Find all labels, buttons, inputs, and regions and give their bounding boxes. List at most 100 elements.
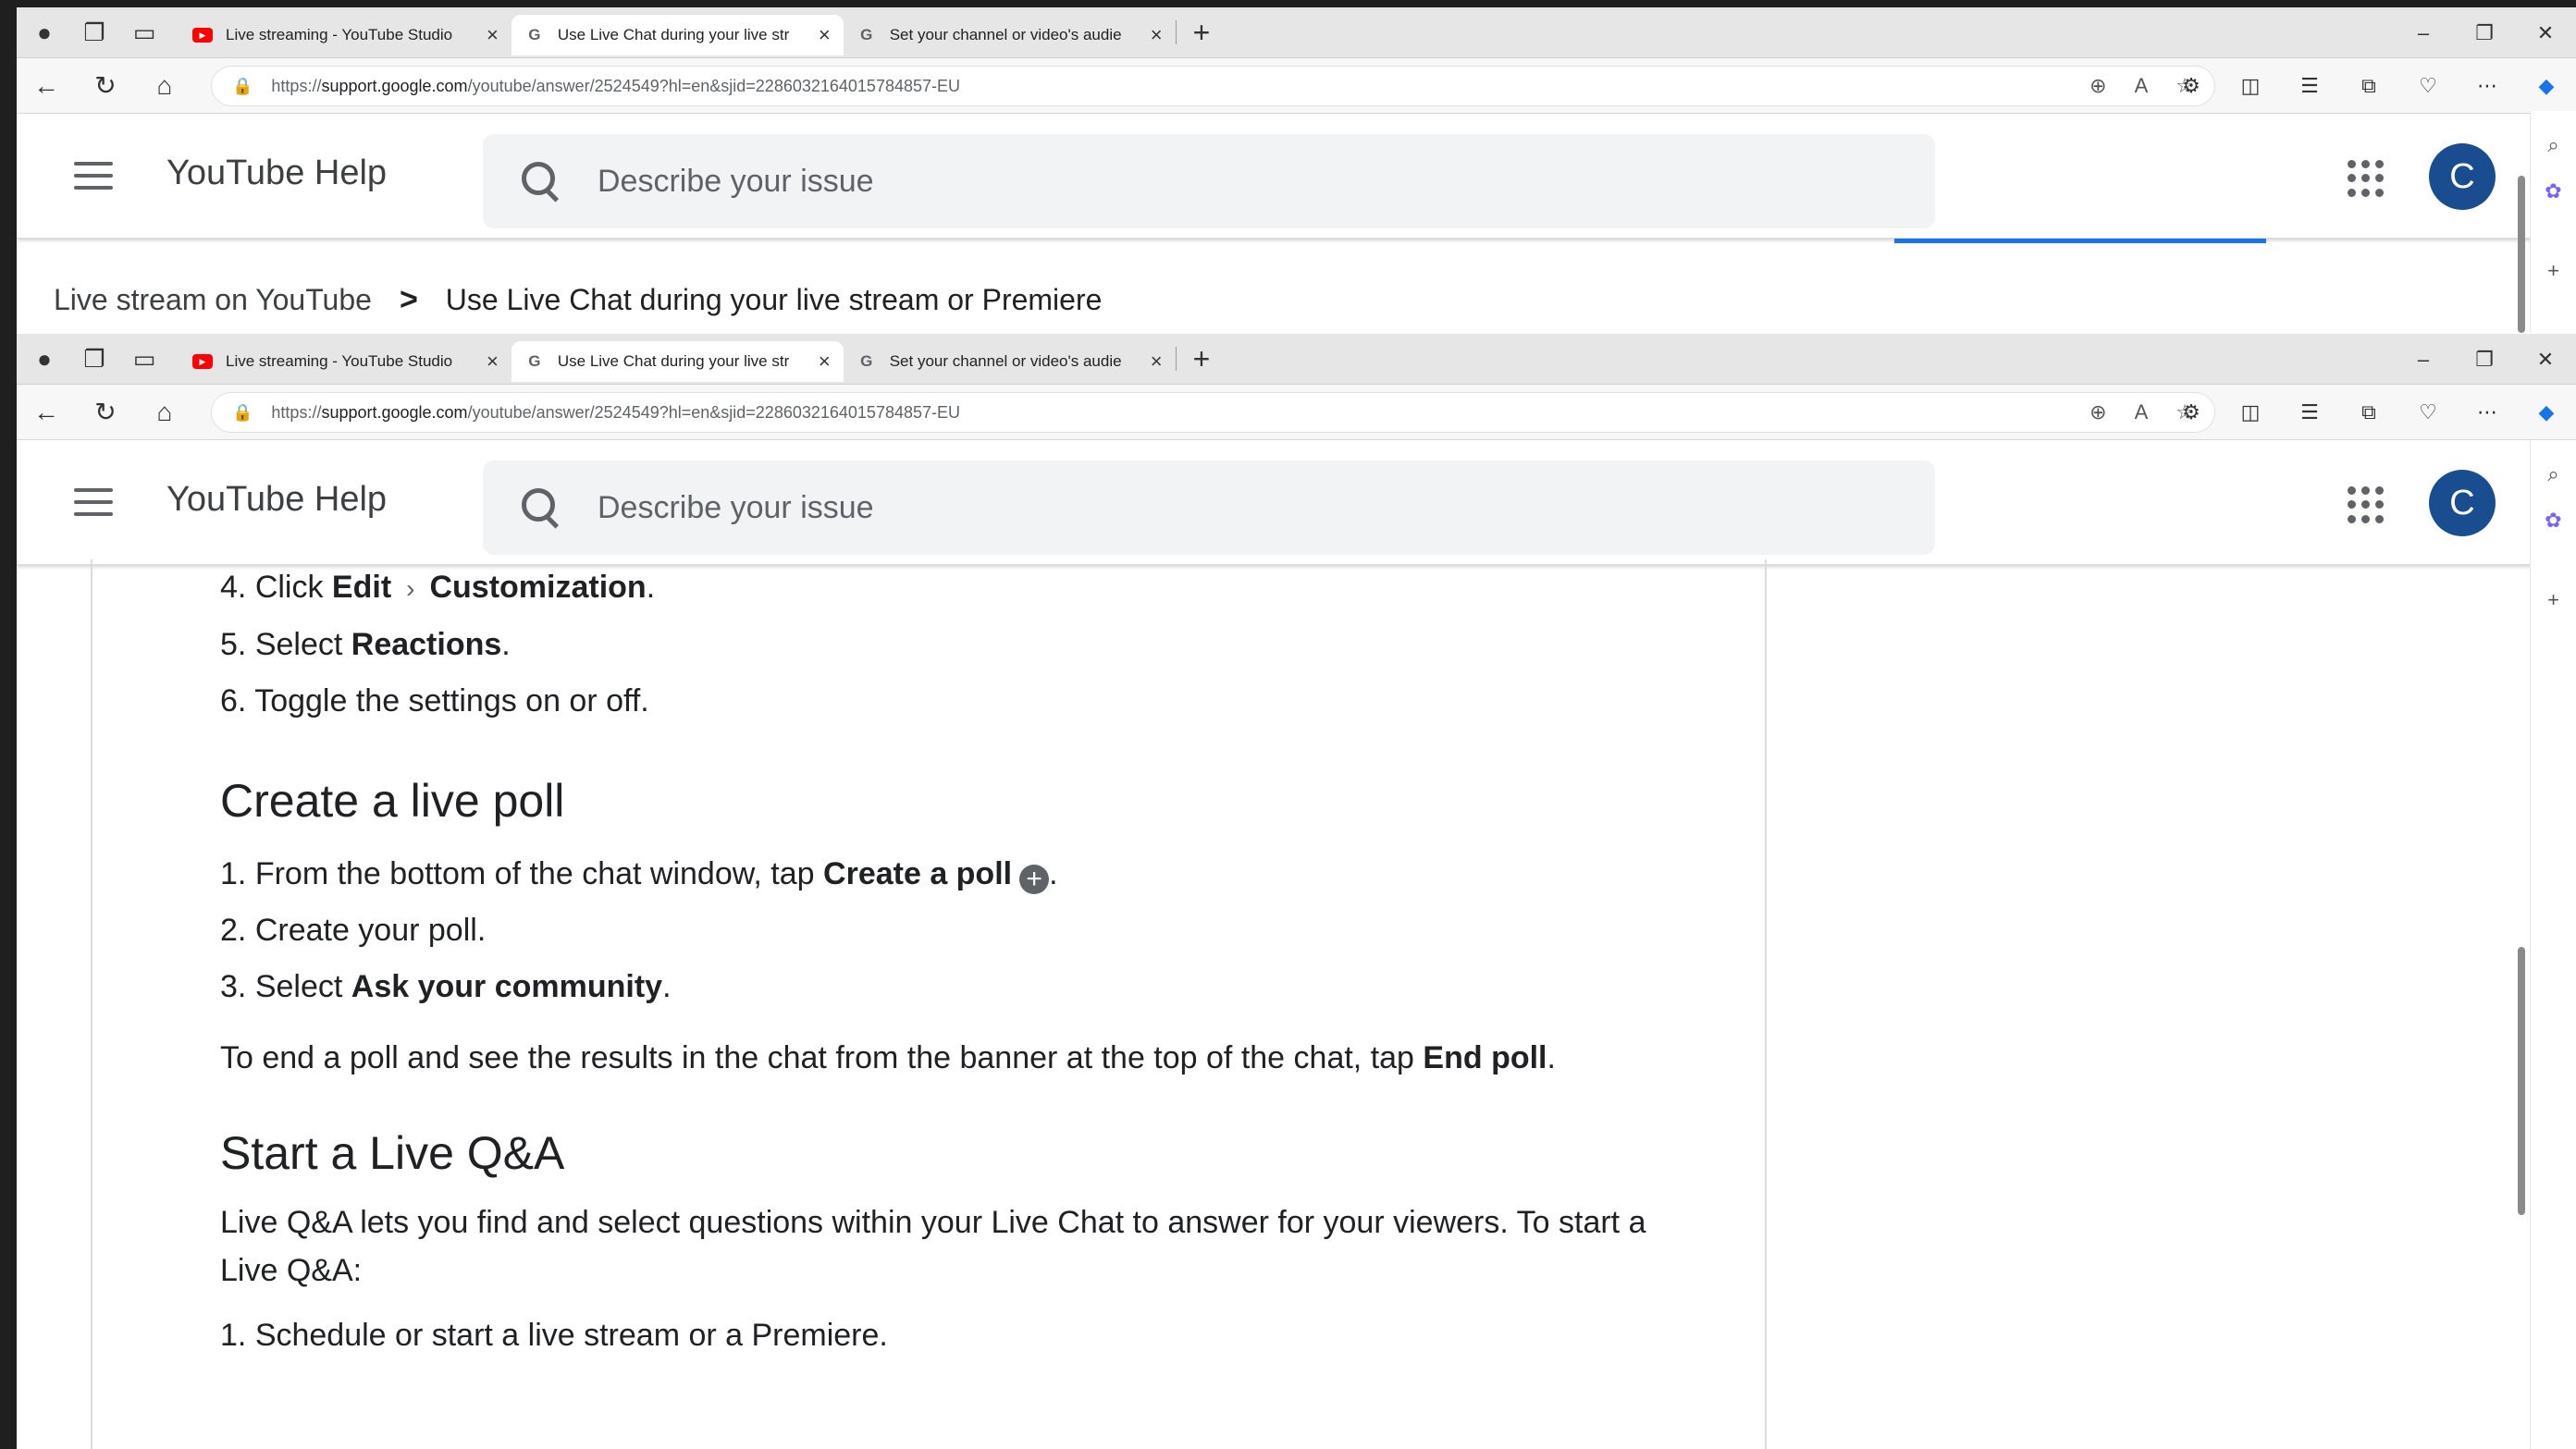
close-tab-icon[interactable]: ×: [487, 23, 499, 47]
url-field[interactable]: 🔒 https://support.google.com/youtube/ans…: [211, 392, 2215, 433]
step-bold: Ask your community: [351, 969, 663, 1004]
collections-icon[interactable]: ⧉: [2339, 74, 2398, 98]
sidebar-add-icon[interactable]: +: [2531, 588, 2576, 612]
menu-icon[interactable]: [74, 488, 113, 524]
sidebar-search-icon[interactable]: ⌕: [2531, 462, 2576, 486]
tab-audience-help[interactable]: G Set your channel or video's audie ×: [844, 15, 1176, 55]
sidebar-copilot-icon[interactable]: ✿: [2531, 179, 2576, 203]
restore-icon[interactable]: ❐: [2454, 21, 2515, 45]
refresh-icon[interactable]: ↻: [76, 397, 135, 427]
close-tab-icon[interactable]: ×: [1151, 350, 1163, 374]
extensions-icon[interactable]: ⚙: [2162, 74, 2221, 98]
copilot-icon[interactable]: ◆: [2517, 400, 2576, 424]
zoom-icon[interactable]: ⊕: [2089, 400, 2106, 424]
workspaces-icon[interactable]: ❐: [72, 337, 117, 381]
close-tab-icon[interactable]: ×: [1151, 23, 1163, 47]
scroll-thumb[interactable]: [2518, 176, 2525, 333]
page-title[interactable]: YouTube Help: [166, 480, 387, 520]
refresh-icon[interactable]: ↻: [76, 70, 135, 101]
youtube-icon: ▶: [192, 28, 213, 43]
zoom-icon[interactable]: ⊕: [2089, 74, 2106, 98]
minimize-icon[interactable]: –: [2393, 21, 2454, 45]
section-heading-poll: Create a live poll: [220, 775, 565, 827]
scrollbar-front[interactable]: [2513, 440, 2532, 1449]
back-icon[interactable]: ←: [17, 398, 76, 427]
search-input[interactable]: [598, 489, 1800, 526]
url-path: /youtube/answer/2524549?hl=en&sjid=22860…: [467, 402, 961, 422]
avatar[interactable]: C: [2429, 143, 2496, 210]
poll-paragraph: To end a poll and see the results in the…: [220, 1034, 1663, 1082]
close-tab-icon[interactable]: ×: [819, 350, 831, 374]
search-icon[interactable]: [518, 158, 564, 204]
tab-live-chat-help[interactable]: G Use Live Chat during your live str ×: [511, 341, 844, 382]
favorites-icon[interactable]: ☰: [2280, 74, 2339, 98]
home-icon[interactable]: ⌂: [135, 398, 194, 427]
search-box[interactable]: [483, 460, 1935, 555]
url-path: /youtube/answer/2524549?hl=en&sjid=22860…: [467, 76, 961, 95]
scrollbar-back[interactable]: [2513, 111, 2532, 333]
home-icon[interactable]: ⌂: [135, 71, 194, 101]
workspaces-icon[interactable]: ❐: [72, 10, 117, 55]
list-item: 5. Select Reactions.: [220, 617, 1663, 673]
split-screen-icon[interactable]: ◫: [2221, 400, 2280, 424]
sidebar-copilot-icon[interactable]: ✿: [2531, 509, 2576, 533]
url-scheme: https://: [271, 76, 322, 95]
sidebar-add-icon[interactable]: +: [2531, 259, 2576, 283]
close-window-icon[interactable]: ✕: [2515, 348, 2576, 372]
browser-essentials-icon[interactable]: ♡: [2398, 74, 2458, 98]
search-box[interactable]: [483, 134, 1935, 228]
new-tab-icon[interactable]: +: [1193, 342, 1211, 376]
apps-grid-icon[interactable]: [2348, 486, 2385, 523]
lock-icon[interactable]: 🔒: [232, 403, 253, 423]
scroll-thumb[interactable]: [2518, 947, 2525, 1215]
back-icon[interactable]: ←: [17, 71, 76, 101]
list-item: 2. Create your poll.: [220, 903, 1663, 959]
profile-icon[interactable]: ●: [22, 10, 67, 55]
close-tab-icon[interactable]: ×: [487, 350, 499, 374]
sidebar-search-icon[interactable]: ⌕: [2531, 133, 2576, 157]
vertical-tabs-icon[interactable]: ▭: [122, 10, 166, 55]
tab-youtube-studio[interactable]: ▶ Live streaming - YouTube Studio ×: [179, 15, 512, 55]
list-item: 1. Schedule or start a live stream or a …: [220, 1308, 1663, 1364]
collections-icon[interactable]: ⧉: [2339, 400, 2398, 424]
menu-icon[interactable]: [74, 162, 113, 198]
new-tab-icon[interactable]: +: [1193, 16, 1211, 50]
browser-essentials-icon[interactable]: ♡: [2398, 400, 2458, 424]
search-icon[interactable]: [518, 485, 564, 531]
favorites-icon[interactable]: ☰: [2280, 400, 2339, 424]
tab-title: Live streaming - YouTube Studio: [226, 26, 453, 43]
more-icon[interactable]: ⋯: [2458, 400, 2517, 424]
url-field[interactable]: 🔒 https://support.google.com/youtube/ans…: [211, 66, 2215, 106]
tab-title: Use Live Chat during your live str: [557, 26, 790, 43]
list-item: 4. Click Edit › Customization.: [220, 559, 1663, 617]
close-tab-icon[interactable]: ×: [819, 23, 831, 47]
screen-left-edge: [0, 0, 17, 1449]
apps-grid-icon[interactable]: [2348, 160, 2385, 197]
para-text: .: [1547, 1040, 1556, 1075]
tab-youtube-studio[interactable]: ▶ Live streaming - YouTube Studio ×: [179, 341, 512, 382]
read-aloud-icon[interactable]: A: [2135, 74, 2149, 98]
tab-audience-help[interactable]: G Set your channel or video's audie ×: [844, 341, 1176, 382]
step-text: Click: [254, 570, 332, 605]
step-text: Schedule or start a live stream or a Pre…: [254, 1318, 888, 1353]
avatar[interactable]: C: [2429, 470, 2496, 536]
para-text: To end a poll and see the results in the…: [220, 1040, 1424, 1075]
step-bold: Reactions: [351, 627, 502, 662]
close-window-icon[interactable]: ✕: [2515, 21, 2576, 45]
lock-icon[interactable]: 🔒: [232, 77, 253, 96]
breadcrumb-parent-link[interactable]: Live stream on YouTube: [54, 283, 372, 317]
restore-icon[interactable]: ❐: [2454, 348, 2515, 372]
read-aloud-icon[interactable]: A: [2135, 400, 2149, 424]
vertical-tabs-icon[interactable]: ▭: [122, 337, 166, 381]
search-input[interactable]: [598, 163, 1800, 200]
page-title[interactable]: YouTube Help: [166, 153, 387, 193]
tab-live-chat-help[interactable]: G Use Live Chat during your live str ×: [511, 15, 844, 55]
more-icon[interactable]: ⋯: [2458, 74, 2517, 98]
copilot-icon[interactable]: ◆: [2517, 74, 2576, 98]
minimize-icon[interactable]: –: [2393, 348, 2454, 372]
extensions-icon[interactable]: ⚙: [2162, 400, 2221, 424]
split-screen-icon[interactable]: ◫: [2221, 74, 2280, 98]
tab-bar: ● ❐ ▭ ▶ Live streaming - YouTube Studio …: [17, 334, 2576, 385]
profile-icon[interactable]: ●: [22, 337, 67, 381]
step-text: Select: [254, 969, 351, 1004]
